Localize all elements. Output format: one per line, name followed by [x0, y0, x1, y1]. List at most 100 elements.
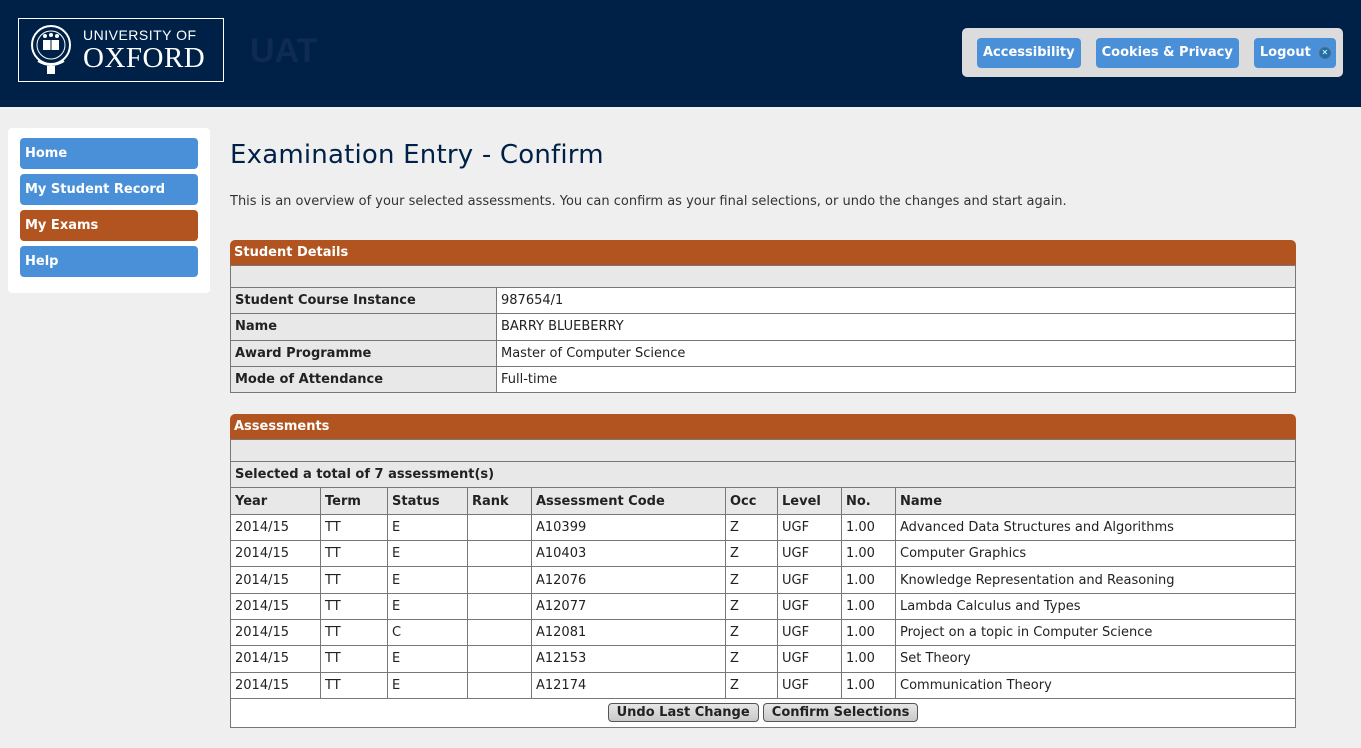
cell-status: E: [387, 566, 468, 594]
col-term: Term: [320, 487, 388, 515]
accessibility-link[interactable]: Accessibility: [977, 37, 1081, 68]
cell-rank: [467, 592, 532, 620]
cell-year: 2014/15: [230, 540, 321, 568]
page-title: Examination Entry - Confirm: [230, 140, 604, 170]
sidebar-nav: Home My Student Record My Exams Help: [8, 128, 210, 293]
oxford-crest-icon: [31, 25, 71, 74]
cell-name: Lambda Calculus and Types: [895, 592, 1296, 620]
cell-occ: Z: [725, 645, 778, 673]
cell-name: Advanced Data Structures and Algorithms: [895, 513, 1296, 542]
cell-status: E: [387, 513, 468, 542]
cell-assessment-code: A12077: [531, 592, 726, 620]
cell-no: 1.00: [841, 671, 896, 699]
logo-university-of: UNIVERSITY OF: [83, 26, 197, 43]
cookies-privacy-link[interactable]: Cookies & Privacy: [1095, 37, 1239, 68]
cell-term: TT: [320, 566, 388, 594]
cell-rank: [467, 671, 532, 699]
cell-level: UGF: [777, 540, 842, 568]
table-row: 2014/15 TT E A12077 Z UGF 1.00 Lambda Calculus …: [230, 592, 1296, 620]
table-row: 2014/15 TT C A12081 Z UGF 1.00 Project on a top…: [230, 618, 1296, 647]
detail-value: Full-time: [496, 365, 1296, 394]
sidebar-item-my-exams[interactable]: My Exams: [20, 210, 198, 241]
detail-label: Award Programme: [230, 339, 497, 367]
cell-occ: Z: [725, 671, 778, 699]
detail-row: Name BARRY BLUEBERRY: [230, 313, 1296, 341]
cell-term: TT: [320, 618, 388, 647]
cell-term: TT: [320, 592, 388, 620]
student-details-panel: Student Details Student Course Instance …: [230, 240, 1296, 394]
cell-level: UGF: [777, 566, 842, 594]
cell-status: E: [387, 592, 468, 620]
student-details-heading: Student Details: [230, 240, 1296, 265]
cell-assessment-code: A10399: [531, 513, 726, 542]
cell-occ: Z: [725, 618, 778, 647]
cell-no: 1.00: [841, 566, 896, 594]
cell-term: TT: [320, 513, 388, 542]
cell-status: E: [387, 540, 468, 568]
cell-no: 1.00: [841, 618, 896, 647]
assessments-panel: Assessments Selected a total of 7 assess…: [230, 414, 1296, 728]
detail-value: Master of Computer Science: [496, 339, 1296, 367]
total-row: Selected a total of 7 assessment(s): [230, 461, 1296, 489]
cell-year: 2014/15: [230, 566, 321, 594]
cell-occ: Z: [725, 566, 778, 594]
logout-button[interactable]: Logout ✕: [1253, 37, 1336, 68]
cell-assessment-code: A10403: [531, 540, 726, 568]
col-assessment-code: Assessment Code: [531, 487, 726, 515]
cell-level: UGF: [777, 618, 842, 647]
cell-name: Computer Graphics: [895, 540, 1296, 568]
sidebar-item-my-student-record[interactable]: My Student Record: [20, 174, 198, 205]
header-row: Year Term Status Rank Assessment Code Oc…: [230, 487, 1296, 515]
col-no: No.: [841, 487, 896, 515]
logout-label: Logout: [1259, 45, 1311, 60]
sidebar-item-home[interactable]: Home: [20, 138, 198, 169]
cell-year: 2014/15: [230, 513, 321, 542]
cell-rank: [467, 566, 532, 594]
cell-name: Set Theory: [895, 645, 1296, 673]
main-content: Examination Entry - Confirm This is an o…: [230, 140, 1296, 748]
cell-occ: Z: [725, 540, 778, 568]
spacer-row: [230, 265, 1296, 288]
col-name: Name: [895, 487, 1296, 515]
detail-row: Mode of Attendance Full-time: [230, 365, 1296, 394]
sidebar-item-help[interactable]: Help: [20, 246, 198, 277]
cell-rank: [467, 513, 532, 542]
table-row: 2014/15 TT E A10403 Z UGF 1.00 Computer Graphic…: [230, 540, 1296, 568]
confirm-selections-button[interactable]: Confirm Selections: [762, 703, 919, 723]
intro-text: This is an overview of your selected ass…: [230, 194, 1067, 209]
cell-assessment-code: A12076: [531, 566, 726, 594]
cell-name: Project on a topic in Computer Science: [895, 618, 1296, 647]
col-occ: Occ: [725, 487, 778, 515]
table-row: 2014/15 TT E A12153 Z UGF 1.00 Set Theory: [230, 645, 1296, 673]
cell-assessment-code: A12081: [531, 618, 726, 647]
table-row: 2014/15 TT E A12076 Z UGF 1.00 Knowledge Repres…: [230, 566, 1296, 594]
oxford-logo[interactable]: UNIVERSITY OF OXFORD: [18, 18, 224, 82]
student-details-table: Student Course Instance 987654/1 Name BA…: [230, 265, 1296, 394]
detail-row: Student Course Instance 987654/1: [230, 286, 1296, 315]
cell-no: 1.00: [841, 540, 896, 568]
assessments-table: Selected a total of 7 assessment(s) Year…: [230, 439, 1296, 728]
cell-assessment-code: A12153: [531, 645, 726, 673]
detail-label: Student Course Instance: [230, 286, 497, 315]
cell-rank: [467, 645, 532, 673]
col-year: Year: [230, 487, 321, 515]
cell-name: Knowledge Representation and Reasoning: [895, 566, 1296, 594]
cell-year: 2014/15: [230, 645, 321, 673]
detail-row: Award Programme Master of Computer Scien…: [230, 339, 1296, 367]
cell-assessment-code: A12174: [531, 671, 726, 699]
cell-term: TT: [320, 671, 388, 699]
col-rank: Rank: [467, 487, 532, 515]
cell-rank: [467, 618, 532, 647]
cell-level: UGF: [777, 645, 842, 673]
col-status: Status: [387, 487, 468, 515]
cell-name: Communication Theory: [895, 671, 1296, 699]
cell-no: 1.00: [841, 513, 896, 542]
detail-label: Mode of Attendance: [230, 365, 497, 394]
cell-rank: [467, 540, 532, 568]
cell-occ: Z: [725, 513, 778, 542]
table-row: 2014/15 TT E A10399 Z UGF 1.00 Advanced Data St…: [230, 513, 1296, 542]
detail-label: Name: [230, 313, 497, 341]
environment-label: UAT: [250, 32, 318, 70]
cell-level: UGF: [777, 513, 842, 542]
undo-last-change-button[interactable]: Undo Last Change: [607, 703, 759, 723]
